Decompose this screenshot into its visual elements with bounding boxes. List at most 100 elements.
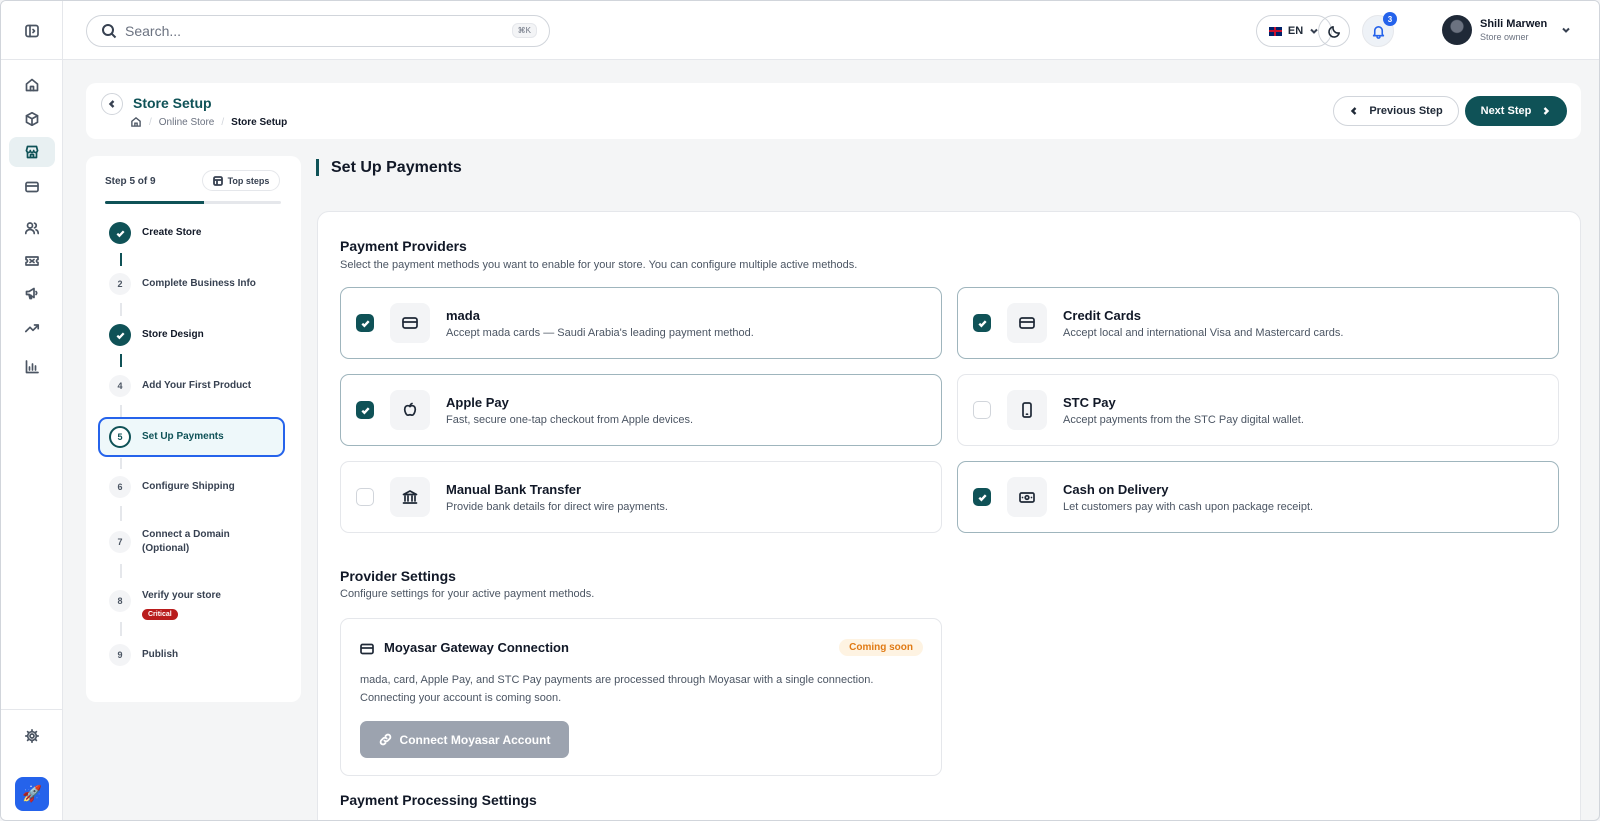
trending-icon[interactable] — [9, 313, 55, 343]
provider-bank-transfer[interactable]: Manual Bank Transfer Provide bank detail… — [340, 461, 942, 533]
provider-checkbox[interactable] — [973, 488, 991, 506]
step-item-first-product[interactable]: 4 Add Your First Product — [98, 375, 285, 397]
bar-chart-icon[interactable] — [9, 352, 55, 382]
check-icon — [977, 493, 987, 502]
step-label: Add Your First Product — [142, 380, 252, 391]
step-number: 6 — [109, 476, 131, 498]
step-connector — [120, 564, 122, 578]
gear-icon[interactable] — [9, 721, 55, 751]
provider-name: Manual Bank Transfer — [446, 482, 582, 497]
cash-icon — [1007, 477, 1047, 517]
step-number: 2 — [109, 273, 131, 295]
provider-mada[interactable]: mada Accept mada cards — Saudi Arabia's … — [340, 287, 942, 359]
user-role: Store owner — [1480, 32, 1529, 42]
provider-checkbox[interactable] — [356, 401, 374, 419]
next-step-button[interactable]: Next Step — [1465, 96, 1567, 126]
step-item-store-design[interactable]: Store Design — [98, 324, 285, 346]
box-icon[interactable] — [9, 104, 55, 134]
step-item-create-store[interactable]: Create Store — [98, 222, 285, 244]
provider-checkbox[interactable] — [973, 401, 991, 419]
provider-checkbox[interactable] — [356, 488, 374, 506]
settings-subtitle: Configure settings for your active payme… — [340, 588, 595, 600]
step-item-set-up-payments[interactable]: 5 Set Up Payments — [98, 417, 285, 457]
step-label: Create Store — [142, 227, 202, 238]
connect-moyasar-button[interactable]: Connect Moyasar Account — [360, 721, 569, 758]
previous-step-button[interactable]: Previous Step — [1333, 96, 1459, 126]
top-bar: ⌘K EN 3 Shili Marwen Store owner — [63, 1, 1599, 60]
gateway-description: mada, card, Apple Pay, and STC Pay payme… — [360, 674, 874, 704]
page-title: Store Setup — [133, 95, 212, 111]
progress-bar — [105, 201, 281, 204]
rocket-icon[interactable]: 🚀 — [15, 777, 49, 811]
user-name: Shili Marwen — [1480, 18, 1548, 30]
ticket-icon[interactable] — [9, 246, 55, 276]
step-connector — [120, 506, 122, 521]
step-connector — [120, 354, 122, 367]
link-icon — [379, 733, 391, 746]
provider-checkbox[interactable] — [356, 314, 374, 332]
provider-checkbox[interactable] — [973, 314, 991, 332]
breadcrumb-store-setup: Store Setup — [231, 116, 288, 128]
notification-badge: 3 — [1383, 12, 1397, 26]
breadcrumb-online-store[interactable]: Online Store — [159, 117, 215, 128]
provider-description: Provide bank details for direct wire pay… — [446, 501, 668, 513]
search-box: ⌘K — [86, 15, 550, 47]
search-input[interactable] — [125, 23, 495, 39]
provider-description: Let customers pay with cash upon package… — [1063, 501, 1314, 513]
provider-cash-on-delivery[interactable]: Cash on Delivery Let customers pay with … — [957, 461, 1559, 533]
step-label: Publish — [142, 649, 179, 660]
step-item-configure-shipping[interactable]: 6 Configure Shipping — [98, 476, 285, 498]
notifications-button[interactable]: 3 — [1362, 12, 1397, 47]
critical-badge: Critical — [142, 609, 178, 620]
step-item-business-info[interactable]: 2 Complete Business Info — [98, 273, 285, 295]
provider-stc-pay[interactable]: STC Pay Accept payments from the STC Pay… — [957, 374, 1559, 446]
moyasar-gateway-card: Moyasar Gateway Connection Coming soon m… — [340, 618, 942, 776]
provider-description: Accept local and international Visa and … — [1063, 327, 1344, 339]
page-header: Store Setup / Online Store / Store Setup… — [86, 83, 1581, 139]
back-button[interactable] — [101, 93, 123, 115]
chevron-left-icon — [108, 100, 115, 108]
language-label: EN — [1287, 25, 1304, 37]
megaphone-icon[interactable] — [9, 278, 55, 308]
home-icon[interactable] — [9, 70, 55, 100]
bank-icon — [390, 477, 430, 517]
theme-toggle-button[interactable] — [1318, 15, 1350, 47]
step-number: 4 — [109, 375, 131, 397]
step-label: Verify your store — [142, 590, 221, 601]
sidebar-toggle-icon[interactable] — [9, 16, 55, 46]
card-icon[interactable] — [9, 172, 55, 202]
connect-moyasar-label: Connect Moyasar Account — [399, 732, 551, 747]
step-connector — [120, 303, 122, 316]
payments-card: Payment Providers Select the payment met… — [317, 211, 1581, 820]
chevron-left-icon — [1351, 107, 1357, 115]
provider-name: STC Pay — [1063, 395, 1116, 410]
step-connector — [120, 622, 122, 636]
next-step-label: Next Step — [1480, 105, 1532, 117]
step-item-connect-domain[interactable]: 7 Connect a Domain (Optional) — [98, 524, 285, 556]
card-icon — [1007, 303, 1047, 343]
step-item-verify-store[interactable]: 8 Verify your store Critical — [98, 585, 285, 621]
rail-divider — [1, 59, 63, 60]
provider-name: Credit Cards — [1063, 308, 1142, 323]
check-icon — [360, 319, 370, 328]
step-number: 5 — [109, 426, 131, 448]
check-icon — [116, 229, 125, 237]
provider-description: Accept mada cards — Saudi Arabia's leadi… — [446, 327, 754, 339]
check-icon — [116, 331, 125, 339]
provider-credit-cards[interactable]: Credit Cards Accept local and internatio… — [957, 287, 1559, 359]
top-steps-button[interactable]: Top steps — [202, 170, 280, 191]
step-label: Complete Business Info — [142, 278, 256, 289]
step-label: Configure Shipping — [142, 481, 235, 492]
provider-apple-pay[interactable]: Apple Pay Fast, secure one-tap checkout … — [340, 374, 942, 446]
check-icon — [977, 319, 987, 328]
users-icon[interactable] — [9, 213, 55, 243]
check-icon — [360, 406, 370, 415]
user-menu[interactable]: Shili Marwen Store owner — [1442, 15, 1571, 45]
step-label: Set Up Payments — [142, 431, 224, 442]
rail-divider — [1, 709, 63, 710]
home-icon[interactable] — [130, 116, 142, 128]
step-item-publish[interactable]: 9 Publish — [98, 644, 285, 666]
settings-title: Provider Settings — [340, 568, 456, 584]
processing-settings-title: Payment Processing Settings — [340, 792, 537, 808]
store-icon[interactable] — [9, 137, 55, 167]
